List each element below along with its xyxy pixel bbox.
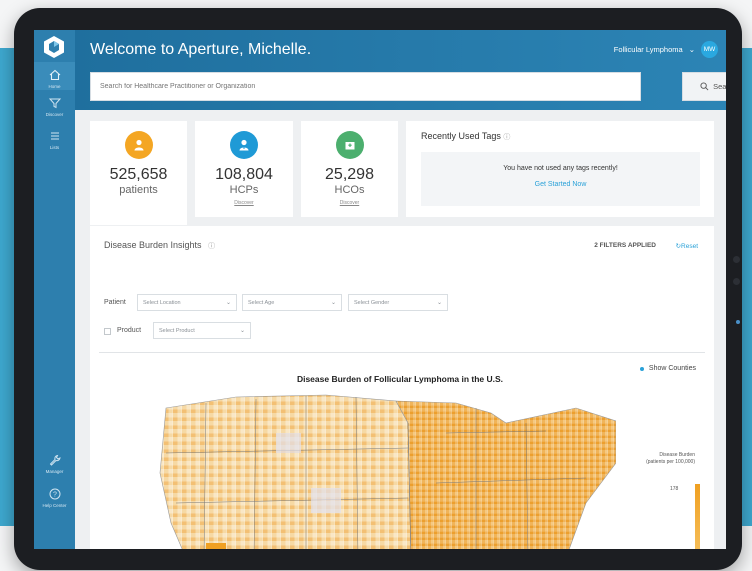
sidebar-item-label: Discover: [45, 112, 64, 117]
location-select[interactable]: Select Location ⌄: [137, 294, 237, 311]
search-button[interactable]: Search: [682, 72, 726, 101]
info-icon: ⓘ: [503, 134, 511, 141]
help-icon: ?: [49, 488, 60, 500]
hco-discover-link[interactable]: Discover: [301, 200, 398, 206]
chevron-down-icon: ⌄: [688, 45, 695, 54]
legend-max-value: 178: [670, 486, 679, 492]
info-icon: ⓘ: [208, 243, 216, 250]
sidebar: Home Discover Lists Manager ? Help Cente…: [34, 30, 75, 549]
home-icon: [49, 69, 60, 81]
sidebar-item-label: Lists: [49, 145, 60, 150]
product-select[interactable]: Select Product ⌄: [153, 322, 251, 339]
tags-empty-message: You have not used any tags recently!: [503, 165, 618, 172]
search-icon: [700, 82, 709, 91]
chevron-down-icon: ⌄: [330, 300, 336, 306]
toggle-dot-icon: [639, 366, 644, 371]
high-burden-area: [206, 543, 226, 549]
eastern-us-region[interactable]: [395, 400, 616, 549]
search-field[interactable]: [90, 72, 641, 101]
reset-label: Reset: [681, 243, 698, 250]
stat-card-hcos[interactable]: 25,298 HCOs Discover: [301, 121, 398, 217]
sidebar-item-label: Help Center: [42, 503, 67, 508]
disease-burden-panel: Disease Burden Insights ⓘ 2 FILTERS APPL…: [90, 226, 714, 549]
chevron-down-icon: ⌄: [225, 300, 231, 306]
svg-text:?: ?: [53, 492, 57, 499]
stat-card-hcps[interactable]: 108,804 HCPs Discover: [195, 121, 293, 217]
hco-count: 25,298: [325, 166, 374, 183]
insights-title: Disease Burden Insights ⓘ: [104, 240, 215, 251]
filters-applied-count: 2 FILTERS APPLIED: [594, 242, 656, 249]
sidebar-item-label: Home: [48, 84, 61, 89]
wrench-icon: [49, 454, 61, 466]
avatar[interactable]: MW: [701, 41, 718, 58]
app-screen: Home Discover Lists Manager ? Help Cente…: [34, 30, 726, 549]
hcp-count: 108,804: [215, 166, 273, 183]
hco-label: HCOs: [334, 184, 365, 196]
search-button-label: Search: [713, 82, 726, 91]
gender-select-value: Select Gender: [354, 300, 390, 306]
sidebar-item-help-center[interactable]: ? Help Center: [34, 487, 75, 508]
legend-title: Disease Burden (patients per 100,000): [646, 452, 695, 465]
low-burden-area: [311, 488, 341, 513]
product-select-value: Select Product: [159, 328, 195, 334]
product-checkbox[interactable]: [104, 328, 111, 335]
filter-icon: [48, 98, 61, 109]
list-icon: [50, 132, 59, 140]
sidebar-item-manager[interactable]: Manager: [34, 453, 75, 474]
tags-title: Recently Used Tags ⓘ: [421, 131, 510, 142]
western-us-region[interactable]: [159, 394, 412, 549]
indication-label: Follicular Lymphoma: [613, 45, 683, 54]
stat-card-patients[interactable]: 525,658 patients: [90, 121, 187, 225]
age-select-value: Select Age: [248, 300, 275, 306]
divider: [99, 352, 705, 353]
hcp-discover-link[interactable]: Discover: [195, 200, 293, 206]
age-select[interactable]: Select Age ⌄: [242, 294, 342, 311]
legend-color-bar: [695, 484, 700, 549]
sidebar-item-label: Manager: [45, 469, 64, 474]
tags-title-text: Recently Used Tags: [421, 131, 501, 141]
chevron-down-icon: ⌄: [436, 300, 442, 306]
low-burden-area: [276, 433, 301, 453]
aperture-logo: [44, 36, 64, 58]
patient-label: patients: [119, 184, 158, 196]
recent-tags-card: Recently Used Tags ⓘ You have not used a…: [406, 121, 714, 217]
hcp-label: HCPs: [229, 184, 259, 196]
patient-count: 525,658: [109, 166, 168, 183]
us-county-map[interactable]: [146, 393, 616, 549]
search-input[interactable]: [91, 73, 640, 100]
tablet-button: [733, 278, 740, 285]
show-counties-label: Show Counties: [648, 365, 696, 372]
map-title: Disease Burden of Follicular Lymphoma in…: [296, 374, 504, 384]
patient-icon: [124, 131, 153, 159]
location-select-value: Select Location: [143, 300, 181, 306]
welcome-title: Welcome to Aperture, Michelle.: [90, 41, 312, 58]
reset-button[interactable]: ↻Reset: [676, 242, 698, 250]
insights-title-text: Disease Burden Insights: [104, 240, 202, 250]
tablet-indicator: [736, 320, 740, 324]
show-counties-toggle[interactable]: Show Counties: [639, 365, 696, 372]
chevron-down-icon: ⌄: [239, 328, 245, 334]
header: Welcome to Aperture, Michelle. Follicula…: [75, 30, 726, 110]
indication-menu[interactable]: Follicular Lymphoma ⌄ MW: [614, 41, 718, 58]
doctor-icon: [230, 131, 258, 159]
sidebar-item-discover[interactable]: Discover: [34, 96, 75, 117]
tags-empty-state: You have not used any tags recently! Get…: [421, 152, 700, 206]
hospital-icon: [335, 131, 364, 159]
get-started-link[interactable]: Get Started Now: [421, 181, 700, 188]
sidebar-item-home[interactable]: Home: [34, 62, 75, 90]
gender-select[interactable]: Select Gender ⌄: [348, 294, 448, 311]
sidebar-item-lists[interactable]: Lists: [34, 129, 75, 150]
tablet-button: [733, 256, 740, 263]
product-filter-label: Product: [117, 327, 142, 334]
patient-filter-label: Patient: [104, 299, 126, 306]
